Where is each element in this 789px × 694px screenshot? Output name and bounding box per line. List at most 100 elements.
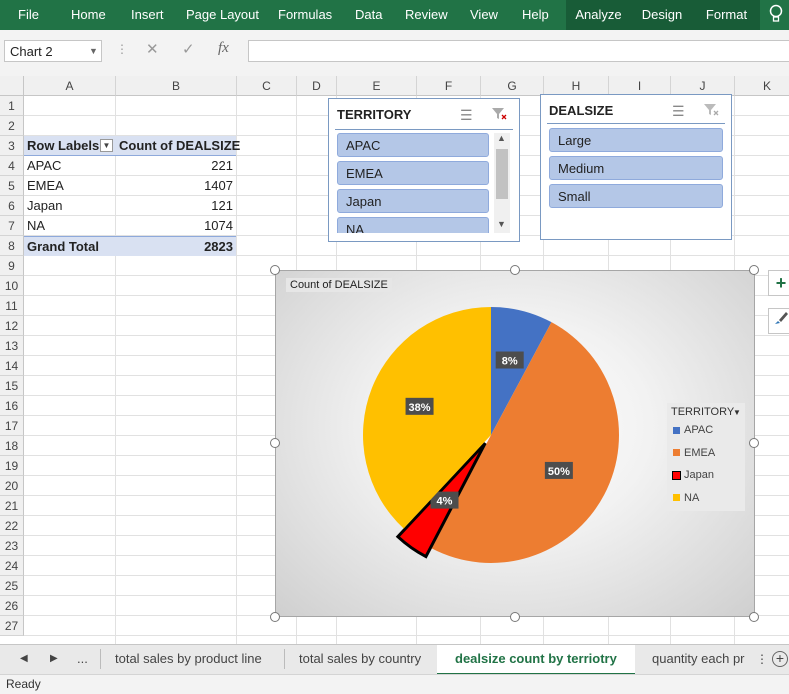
row-header[interactable]: 9 — [0, 256, 24, 276]
row-header[interactable]: 25 — [0, 576, 24, 596]
pivot-row-label[interactable]: Japan — [24, 196, 116, 216]
territory-slicer[interactable]: TERRITORY ☰ APAC EMEA Japan NA ▲ ▼ — [328, 98, 520, 242]
pivot-row-value[interactable]: 121 — [116, 196, 236, 216]
resize-handle[interactable] — [270, 438, 280, 448]
pivot-grand-total-value[interactable]: 2823 — [116, 236, 236, 256]
chart-elements-plus-icon[interactable]: + — [768, 270, 789, 296]
select-all-corner[interactable] — [0, 76, 24, 96]
slicer-scrollbar[interactable]: ▲ ▼ — [494, 133, 510, 233]
row-header[interactable]: 16 — [0, 396, 24, 416]
pivot-grand-total-label[interactable]: Grand Total — [24, 236, 116, 256]
row-header[interactable]: 21 — [0, 496, 24, 516]
sheet-tab-product-line[interactable]: total sales by product line — [115, 645, 262, 673]
cancel-icon[interactable]: ✕ — [146, 40, 159, 58]
scroll-down-icon[interactable]: ▼ — [497, 219, 506, 229]
dealsize-slicer[interactable]: DEALSIZE ☰ Large Medium Small — [540, 94, 732, 240]
sheet-tab-quantity[interactable]: quantity each pr — [652, 645, 752, 673]
legend-item[interactable]: NA — [673, 491, 699, 505]
row-header[interactable]: 3 — [0, 136, 24, 156]
row-header[interactable]: 24 — [0, 556, 24, 576]
tab-help[interactable]: Help — [522, 0, 549, 30]
tab-scroll-left-icon[interactable]: ◀ — [20, 645, 28, 673]
legend-item[interactable]: Japan — [672, 468, 714, 482]
chart-legend[interactable]: TERRITORY ▼ APAC EMEA Japan NA — [667, 403, 745, 511]
column-header[interactable]: J — [671, 76, 735, 96]
column-header[interactable]: B — [116, 76, 237, 96]
row-header[interactable]: 22 — [0, 516, 24, 536]
slicer-item-emea[interactable]: EMEA — [337, 161, 489, 185]
tab-insert[interactable]: Insert — [131, 0, 164, 30]
tab-formulas[interactable]: Formulas — [278, 0, 332, 30]
data-label[interactable]: 38% — [405, 397, 434, 415]
tab-page-layout[interactable]: Page Layout — [186, 0, 259, 30]
row-header[interactable]: 5 — [0, 176, 24, 196]
column-header[interactable]: G — [481, 76, 544, 96]
multi-select-icon[interactable]: ☰ — [460, 107, 473, 124]
add-sheet-icon[interactable]: + — [772, 651, 788, 667]
row-header[interactable]: 12 — [0, 316, 24, 336]
data-label[interactable]: 50% — [544, 461, 573, 479]
tab-analyze[interactable]: Analyze — [566, 0, 631, 30]
lightbulb-icon[interactable] — [768, 4, 788, 26]
resize-handle[interactable] — [510, 265, 520, 275]
resize-handle[interactable] — [510, 612, 520, 622]
name-box[interactable]: Chart 2 ▼ — [4, 40, 102, 62]
pivot-row-value[interactable]: 1407 — [116, 176, 236, 196]
tab-file[interactable]: File — [18, 0, 39, 30]
multi-select-icon[interactable]: ☰ — [672, 103, 685, 120]
row-header[interactable]: 17 — [0, 416, 24, 436]
tab-review[interactable]: Review — [405, 0, 448, 30]
chevron-down-icon[interactable]: ▼ — [89, 46, 98, 56]
data-label[interactable]: 8% — [495, 351, 524, 369]
resize-handle[interactable] — [749, 438, 759, 448]
scroll-thumb[interactable] — [496, 149, 508, 199]
tab-scroll-right-icon[interactable]: ▶ — [50, 645, 58, 673]
column-header[interactable]: E — [337, 76, 417, 96]
insert-function-icon[interactable]: fx — [218, 40, 229, 57]
slicer-item-na[interactable]: NA — [337, 217, 489, 233]
clear-filter-icon[interactable] — [703, 103, 719, 120]
row-header[interactable]: 26 — [0, 596, 24, 616]
resize-handle[interactable] — [749, 612, 759, 622]
tab-home[interactable]: Home — [71, 0, 106, 30]
column-header[interactable]: H — [544, 76, 609, 96]
chevron-down-icon[interactable]: ▼ — [733, 408, 741, 417]
row-header[interactable]: 19 — [0, 456, 24, 476]
slicer-item-japan[interactable]: Japan — [337, 189, 489, 213]
sheet-tab-dealsize[interactable]: dealsize count by terriotry — [437, 645, 635, 675]
filter-dropdown-icon[interactable]: ▼ — [100, 139, 113, 152]
row-header[interactable]: 10 — [0, 276, 24, 296]
row-header[interactable]: 20 — [0, 476, 24, 496]
row-header[interactable]: 15 — [0, 376, 24, 396]
resize-handle[interactable] — [270, 612, 280, 622]
chart-styles-brush-icon[interactable] — [768, 308, 789, 334]
row-header[interactable]: 4 — [0, 156, 24, 176]
check-icon[interactable]: ✓ — [182, 40, 195, 58]
slicer-item-large[interactable]: Large — [549, 128, 723, 152]
pivot-row-value[interactable]: 221 — [116, 156, 236, 176]
slicer-item-apac[interactable]: APAC — [337, 133, 489, 157]
resize-handle[interactable] — [749, 265, 759, 275]
tab-view[interactable]: View — [470, 0, 498, 30]
slicer-item-small[interactable]: Small — [549, 184, 723, 208]
tab-data[interactable]: Data — [355, 0, 382, 30]
row-header[interactable]: 8 — [0, 236, 24, 256]
row-header[interactable]: 7 — [0, 216, 24, 236]
more-sheets-button[interactable]: ... — [77, 645, 88, 673]
tab-format[interactable]: Format — [693, 0, 760, 30]
row-header[interactable]: 23 — [0, 536, 24, 556]
pivot-header-count[interactable]: Count of DEALSIZE — [116, 136, 240, 156]
column-header[interactable]: F — [417, 76, 481, 96]
row-header[interactable]: 14 — [0, 356, 24, 376]
tab-design[interactable]: Design — [631, 0, 693, 30]
pivot-row-label[interactable]: NA — [24, 216, 116, 236]
pivot-row-label[interactable]: EMEA — [24, 176, 116, 196]
column-header[interactable]: C — [237, 76, 297, 96]
clear-filter-icon[interactable] — [491, 107, 507, 124]
pivot-row-label[interactable]: APAC — [24, 156, 116, 176]
column-header[interactable]: D — [297, 76, 337, 96]
sheet-tab-country[interactable]: total sales by country — [299, 645, 421, 673]
scroll-up-icon[interactable]: ▲ — [497, 133, 506, 143]
row-header[interactable]: 11 — [0, 296, 24, 316]
column-header[interactable]: K — [735, 76, 789, 96]
